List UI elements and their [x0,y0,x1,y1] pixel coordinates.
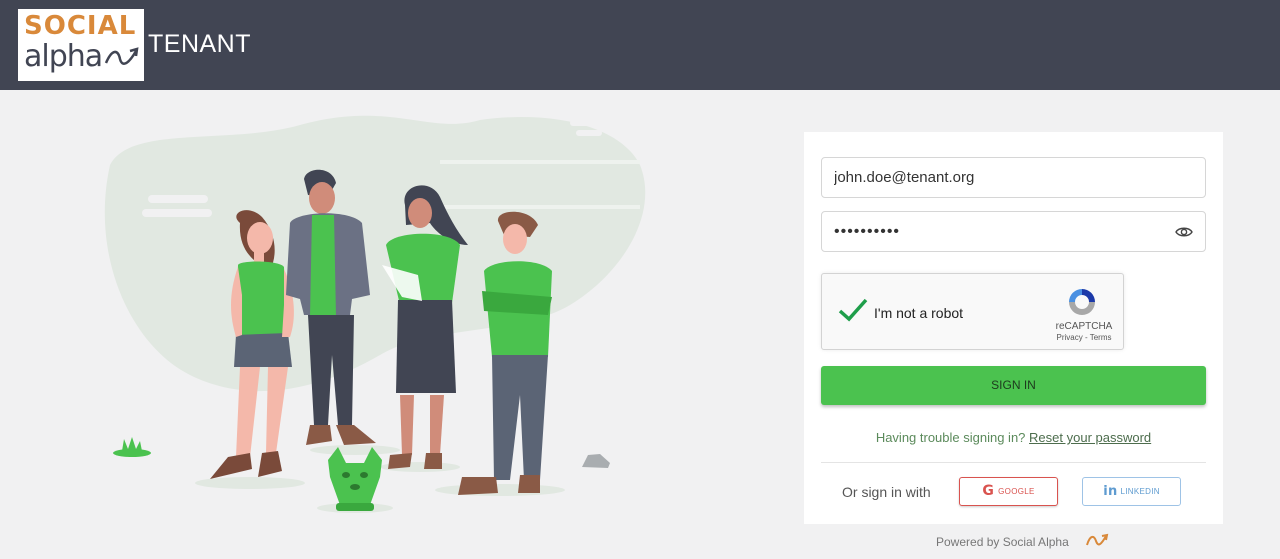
email-field[interactable] [821,157,1206,198]
logo-arrow-icon [104,47,139,65]
checkmark-icon[interactable] [837,296,869,324]
team-illustration [104,115,646,513]
recaptcha-widget[interactable]: I'm not a robot reCAPTCHA Privacy - Term… [821,273,1124,350]
login-card: I'm not a robot reCAPTCHA Privacy - Term… [804,132,1223,524]
captcha-privacy-terms[interactable]: Privacy - Terms [1050,333,1118,342]
password-input[interactable] [822,212,1205,251]
divider [821,462,1206,463]
captcha-label: I'm not a robot [874,305,964,321]
logo-text-alpha: alpha [24,39,103,74]
captcha-brand: reCAPTCHA [1055,321,1113,332]
alpha-logo-icon [1086,533,1109,546]
email-input[interactable] [822,158,1205,197]
google-label: GOOGLE [998,487,1035,496]
tenant-name: TENANT [148,30,251,58]
top-header-bar: SOCIAL alpha TENANT [0,0,1280,90]
linkedin-signin-button[interactable]: in LINKEDIN [1082,477,1181,506]
password-field[interactable] [821,211,1206,252]
social-alpha-logo[interactable]: SOCIAL alpha [18,9,144,81]
recaptcha-logo-icon [1069,289,1095,315]
trouble-label: Having trouble signing in? [875,430,1026,445]
or-sign-in-label: Or sign in with [842,484,931,500]
eye-icon[interactable] [1175,225,1193,239]
sign-in-button[interactable]: SIGN IN [821,366,1206,405]
linkedin-icon: in [1103,484,1118,500]
google-signin-button[interactable]: G GOOGLE [959,477,1058,506]
trouble-text: Having trouble signing in? Reset your pa… [804,430,1223,445]
reset-password-link[interactable]: Reset your password [1029,430,1151,445]
powered-by-text: Powered by Social Alpha [936,535,1069,549]
google-icon: G [982,483,995,500]
logo-text-social: SOCIAL [24,11,137,41]
linkedin-label: LINKEDIN [1120,487,1160,496]
